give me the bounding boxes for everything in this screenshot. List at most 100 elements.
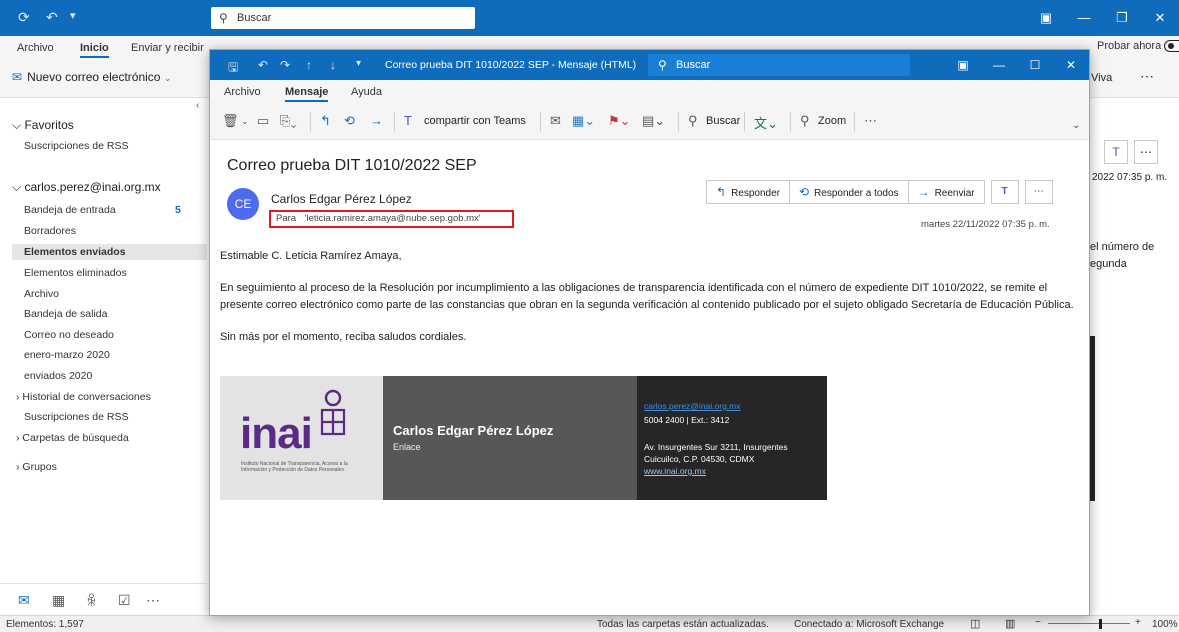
folder-conversation-history[interactable]: › Historial de conversaciones	[16, 391, 151, 403]
close-button[interactable]: ✕	[1141, 0, 1179, 36]
more-actions-icon[interactable]: ⋯	[1134, 140, 1158, 164]
menu-inicio[interactable]: Inicio	[80, 42, 109, 58]
maximize-button[interactable]: ☐	[1017, 50, 1053, 80]
forward-button[interactable]: → Reenviar	[907, 180, 985, 204]
folder-archive[interactable]: Archivo	[24, 288, 59, 300]
next-item-icon[interactable]: ↓	[330, 58, 336, 72]
menu-enviar-recibir[interactable]: Enviar y recibir	[131, 42, 204, 54]
normal-view-icon[interactable]: ◫	[970, 617, 980, 630]
move-icon[interactable]: ⎘⌄	[280, 113, 297, 129]
folder-inbox[interactable]: Bandeja de entrada	[24, 204, 116, 216]
groups-header[interactable]: › Grupos	[16, 461, 57, 473]
flag-icon[interactable]: ⚑⌄	[608, 113, 631, 129]
zoom-slider-thumb[interactable]	[1099, 619, 1102, 629]
inai-institute-name: Instituto Nacional de Transparencia, Acc…	[241, 461, 348, 473]
close-button[interactable]: ✕	[1053, 50, 1089, 80]
reply-icon: ↰	[716, 185, 727, 199]
menu-archivo[interactable]: Archivo	[17, 42, 54, 54]
archive-icon[interactable]: ▭	[257, 113, 269, 129]
folder-deleted[interactable]: Elementos eliminados	[24, 267, 127, 279]
reading-view-icon[interactable]: ▥	[1005, 617, 1015, 630]
forward-icon[interactable]: →	[370, 113, 383, 128]
viva-label[interactable]: Viva	[1091, 72, 1112, 84]
inai-logo-symbol	[320, 389, 346, 436]
zoom-out-icon[interactable]: −	[1035, 617, 1041, 628]
ribbon-display-icon[interactable]: ▣	[945, 50, 981, 80]
collapse-pane-icon[interactable]: ‹	[196, 100, 199, 111]
read-unread-icon[interactable]: ✉	[550, 113, 561, 129]
zoom-slider-track[interactable]	[1048, 623, 1130, 624]
sync-icon[interactable]: ⟳	[18, 9, 30, 26]
folder-enviados-2020[interactable]: enviados 2020	[24, 370, 92, 382]
save-icon[interactable]: 🖫	[228, 58, 238, 79]
fav-rss-folder[interactable]: Suscripciones de RSS	[24, 140, 128, 152]
categorize-icon[interactable]: ▦⌄	[572, 113, 595, 129]
undo-icon[interactable]: ↶	[46, 9, 58, 26]
quick-access-dropdown-icon[interactable]: ▾	[356, 58, 361, 69]
folder-sent[interactable]: Elementos enviados	[12, 244, 207, 260]
folder-rss[interactable]: Suscripciones de RSS	[24, 411, 128, 423]
delete-icon[interactable]: 🗑	[222, 113, 239, 129]
favorites-header[interactable]: ⌵ Favoritos	[12, 118, 74, 133]
previous-item-icon[interactable]: ↑	[306, 58, 312, 72]
more-options-icon[interactable]: ⋯	[1140, 68, 1154, 85]
reply-all-button[interactable]: ⟲ Responder a todos	[788, 180, 909, 204]
folder-junk[interactable]: Correo no deseado	[24, 329, 114, 341]
try-now-toggle[interactable]	[1164, 40, 1179, 53]
message-search-box[interactable]: ⚲ Buscar	[648, 54, 910, 76]
tasks-module-icon[interactable]: ☑	[118, 592, 131, 609]
more-modules-icon[interactable]: ⋯	[146, 592, 160, 609]
new-email-button[interactable]: ✉ Nuevo correo electrónico ⌄	[12, 70, 171, 84]
menu-archivo[interactable]: Archivo	[224, 86, 261, 98]
minimize-button[interactable]: —	[1065, 0, 1103, 36]
recipient-address[interactable]: 'leticia.ramirez.amaya@nube.sep.gob.mx'	[305, 213, 481, 224]
delete-dropdown-icon[interactable]: ⌄	[241, 116, 249, 127]
folder-drafts[interactable]: Borradores	[24, 225, 76, 237]
signature-contact: carlos.perez@inai.org.mx 5004 2400 | Ext…	[637, 376, 827, 500]
signature-email[interactable]: carlos.perez@inai.org.mx	[644, 400, 741, 412]
zoom-button[interactable]: Zoom	[818, 115, 846, 127]
inai-logo-text: inai	[240, 409, 313, 458]
account-header[interactable]: ⌵ carlos.perez@inai.org.mx	[12, 180, 161, 195]
reply-icon[interactable]: ↰	[320, 113, 331, 129]
more-options-icon[interactable]: ⋯	[864, 113, 877, 129]
avatar[interactable]: CE	[227, 188, 259, 220]
more-actions-icon[interactable]: ⋯	[1024, 180, 1053, 204]
teams-icon[interactable]: T	[990, 180, 1019, 204]
search-ribbon-button[interactable]: Buscar	[706, 115, 740, 127]
menu-ayuda[interactable]: Ayuda	[351, 86, 382, 98]
zoom-icon[interactable]: ⚲	[800, 113, 810, 129]
ribbon-display-icon[interactable]: ▣	[1027, 0, 1065, 36]
bg-signature-fragment	[1090, 336, 1095, 501]
folder-outbox[interactable]: Bandeja de salida	[24, 308, 107, 320]
rules-icon[interactable]: ▤⌄	[642, 113, 665, 129]
signature-website[interactable]: www.inai.org.mx	[644, 465, 706, 477]
sender-name[interactable]: Carlos Edgar Pérez López	[271, 192, 412, 206]
reply-all-icon: ⟲	[798, 185, 810, 199]
redo-icon[interactable]: ↷	[280, 58, 290, 72]
translate-icon[interactable]: 文⌄	[754, 113, 778, 132]
main-search-box[interactable]: ⚲ Buscar	[211, 7, 475, 29]
reply-button[interactable]: ↰ Responder	[706, 180, 790, 204]
minimize-button[interactable]: —	[981, 50, 1017, 80]
message-subject: Correo prueba DIT 1010/2022 SEP	[227, 157, 477, 174]
folder-enero-marzo[interactable]: enero-marzo 2020	[24, 349, 110, 361]
search-icon[interactable]: ⚲	[688, 113, 698, 129]
restore-button[interactable]: ❐	[1103, 0, 1141, 36]
people-module-icon[interactable]: ꆜ	[86, 592, 97, 610]
undo-icon[interactable]: ↶	[258, 58, 268, 72]
quick-access-dropdown-icon[interactable]: ▾	[70, 9, 76, 22]
mail-module-icon[interactable]: ✉	[18, 592, 30, 609]
teams-icon[interactable]: T	[1104, 140, 1128, 164]
email-signature: inai Instituto Nacional de Transparencia…	[220, 376, 827, 500]
folder-search-folders[interactable]: › Carpetas de búsqueda	[16, 432, 129, 444]
expand-ribbon-icon[interactable]: ⌄	[1072, 120, 1080, 131]
inai-logo: inai Instituto Nacional de Transparencia…	[220, 376, 383, 500]
main-window-controls: ▣ — ❐ ✕	[1027, 0, 1179, 36]
menu-mensaje[interactable]: Mensaje	[285, 86, 329, 102]
share-teams-button[interactable]: compartir con Teams	[424, 115, 526, 127]
zoom-in-icon[interactable]: +	[1135, 617, 1141, 628]
teams-icon[interactable]: T	[404, 113, 412, 128]
calendar-module-icon[interactable]: ▦	[52, 592, 65, 609]
reply-all-icon[interactable]: ⟲	[344, 113, 355, 129]
